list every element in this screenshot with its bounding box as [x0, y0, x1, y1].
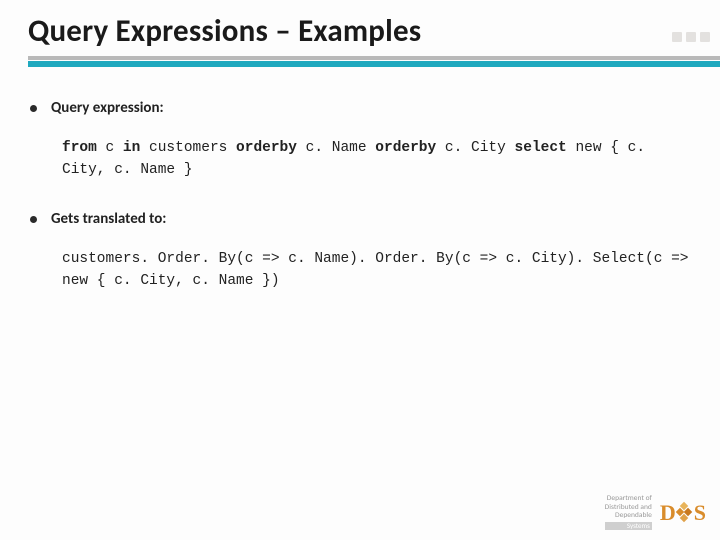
- code-block-translated: customers. Order. By(c => c. Name). Orde…: [62, 248, 690, 293]
- logo-letter-d: D: [660, 502, 676, 524]
- code-keyword: from: [62, 140, 97, 156]
- footer: Department of Distributed and Dependable…: [605, 495, 706, 530]
- code-text: customers: [140, 140, 236, 156]
- bullet-icon: [30, 105, 37, 112]
- code-keyword: select: [515, 140, 567, 156]
- code-text: c. Name: [297, 140, 375, 156]
- bullet-text: Query expression:: [51, 99, 164, 117]
- code-keyword: in: [123, 140, 140, 156]
- bullet-icon: [30, 216, 37, 223]
- bullet-item: Gets translated to:: [30, 210, 690, 228]
- code-text: c. City: [436, 140, 514, 156]
- code-keyword: orderby: [236, 140, 297, 156]
- dot-icon: [686, 32, 696, 42]
- logo-cubes-icon: [677, 502, 693, 524]
- title-rule: [28, 56, 720, 67]
- footer-bar: Systems: [605, 522, 652, 530]
- dot-icon: [700, 32, 710, 42]
- rule-teal: [28, 61, 720, 67]
- corner-dots-icon: [672, 32, 710, 42]
- bullet-text: Gets translated to:: [51, 210, 166, 228]
- code-keyword: orderby: [375, 140, 436, 156]
- code-text: c: [97, 140, 123, 156]
- d3s-logo-icon: D S: [660, 502, 706, 524]
- rule-gray: [28, 56, 720, 60]
- code-block-query: from c in customers orderby c. Name orde…: [62, 137, 690, 182]
- slide-title: Query Expressions – Examples: [0, 0, 720, 56]
- dot-icon: [672, 32, 682, 42]
- slide-body: Query expression: from c in customers or…: [0, 67, 720, 293]
- logo-letter-s: S: [694, 502, 706, 524]
- slide: Query Expressions – Examples Query expre…: [0, 0, 720, 540]
- footer-dept-text: Department of Distributed and Dependable…: [605, 495, 652, 530]
- footer-line: Dependable: [605, 512, 652, 521]
- bullet-item: Query expression:: [30, 99, 690, 117]
